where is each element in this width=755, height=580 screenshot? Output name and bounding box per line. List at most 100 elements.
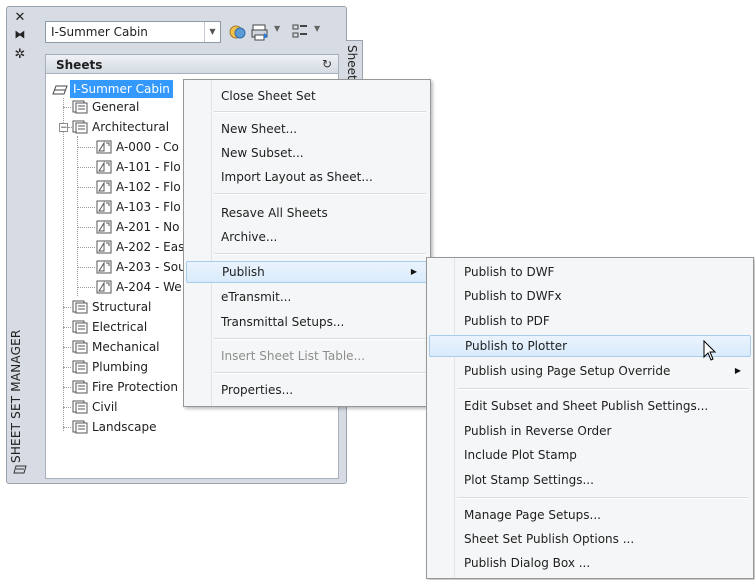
menu-item-label: Publish to DWFx [464,289,562,303]
tree-subset-label: Mechanical [92,340,160,354]
menu-separator [214,111,426,113]
menu-item-label: Archive... [221,230,278,244]
tree-connector [63,407,71,408]
tree-connector [77,287,95,288]
menu-item-publish-to-dwfx[interactable]: Publish to DWFx [429,285,751,307]
properties-icon[interactable]: ✲ [12,47,28,63]
subset-icon [72,340,88,354]
sheet-set-combo[interactable]: I-Summer Cabin ▼ [45,21,221,43]
menu-item-publish-dialog-box[interactable]: Publish Dialog Box ... [429,552,751,574]
menu-item-publish-to-dwf[interactable]: Publish to DWF [429,261,751,283]
chevron-down-icon[interactable]: ▼ [274,24,280,33]
tree-sheet-label: A-103 - Flo [116,200,181,214]
tree-connector [77,207,95,208]
chevron-down-icon[interactable]: ▼ [204,22,220,42]
chevron-down-icon[interactable]: ▼ [314,24,320,33]
menu-item-include-plot-stamp[interactable]: Include Plot Stamp [429,444,751,466]
tree-connector [77,267,95,268]
menu-item-import-layout[interactable]: Import Layout as Sheet... [186,166,428,188]
tree-sheet-label: A-102 - Flo [116,180,181,194]
tree-connector [63,347,71,348]
menu-item-label: Publish to DWF [464,265,555,279]
menu-item-etransmit[interactable]: eTransmit... [186,286,428,308]
sheet-icon [96,160,112,174]
subset-icon [72,420,88,434]
tree-subset-label: Plumbing [92,360,149,374]
sheet-selections-icon[interactable] [290,22,310,42]
menu-item-label: Publish in Reverse Order [464,424,612,438]
menu-item-publish-to-pdf[interactable]: Publish to PDF [429,310,751,332]
tree-connector [63,98,64,431]
menu-item-insert-sheet-list-table: Insert Sheet List Table... [186,345,428,367]
menu-item-label: Publish [222,265,265,279]
menu-item-label: Edit Subset and Sheet Publish Settings..… [464,399,709,413]
tree-connector [63,107,71,108]
menu-separator [214,253,426,255]
menu-item-label: Import Layout as Sheet... [221,170,373,184]
tree-connector [63,387,71,388]
view-icon[interactable] [228,22,248,42]
menu-item-label: Properties... [221,383,294,397]
auto-hide-icon[interactable]: ⧓ [12,27,28,43]
sheet-icon [96,200,112,214]
menu-item-label: Publish to PDF [464,314,550,328]
subset-icon [72,300,88,314]
publish-icon[interactable] [250,22,270,42]
menu-item-manage-page-setups[interactable]: Manage Page Setups... [429,504,751,526]
menu-item-new-sheet[interactable]: New Sheet... [186,118,428,140]
sheet-set-context-menu: Close Sheet Set New Sheet... New Subset.… [183,79,431,407]
sheet-icon [96,280,112,294]
menu-separator [457,388,749,390]
sheet-icon [96,240,112,254]
tree-sheet-label: A-101 - Flo [116,160,181,174]
menu-item-sheet-set-publish-options[interactable]: Sheet Set Publish Options ... [429,528,751,550]
tree-connector [77,167,95,168]
sheets-header-label: Sheets [56,58,103,72]
sheet-set-icon [52,85,68,95]
sheet-icon [96,220,112,234]
menu-item-resave-all-sheets[interactable]: Resave All Sheets [186,202,428,224]
refresh-icon[interactable]: ↻ [322,57,332,71]
menu-item-publish[interactable]: Publish ▶ [186,261,428,283]
menu-separator [457,497,749,499]
menu-item-new-subset[interactable]: New Subset... [186,142,428,164]
submenu-arrow-icon: ▶ [410,267,417,276]
menu-item-publish-page-setup-override[interactable]: Publish using Page Setup Override ▶ [429,360,751,382]
tree-subset-label: Architectural [92,120,170,134]
submenu-arrow-icon: ▶ [734,366,741,375]
menu-item-label: Publish to Plotter [465,339,568,353]
tree-subset-label: Structural [92,300,152,314]
menu-item-close-sheet-set[interactable]: Close Sheet Set [186,85,428,107]
menu-item-label: Publish Dialog Box ... [464,556,591,570]
tree-connector [77,227,95,228]
collapse-icon[interactable]: − [59,123,68,133]
sheet-icon [96,180,112,194]
publish-submenu: Publish to DWF Publish to DWFx Publish t… [426,257,754,579]
tree-sheet-label: A-201 - No [116,220,180,234]
tree-connector [63,327,71,328]
tree-connector [77,136,78,296]
palette-title-strip: ✕ ⧓ ✲ SHEET SET MANAGER [7,7,39,483]
menu-item-plot-stamp-settings[interactable]: Plot Stamp Settings... [429,469,751,491]
menu-item-label: eTransmit... [221,290,292,304]
tree-subset-label: Electrical [92,320,148,334]
menu-item-archive[interactable]: Archive... [186,226,428,248]
menu-item-edit-publish-settings[interactable]: Edit Subset and Sheet Publish Settings..… [429,395,751,417]
tree-subset-label: Fire Protection [92,380,178,394]
menu-separator [214,193,426,195]
subset-icon [72,100,88,114]
mouse-pointer-icon [703,340,717,361]
menu-item-properties[interactable]: Properties... [186,379,428,401]
subset-icon [72,400,88,414]
tree-root-label: I-Summer Cabin [70,80,173,98]
sheet-icon [96,260,112,274]
close-icon[interactable]: ✕ [12,10,28,26]
tree-subset-label: Landscape [92,420,157,434]
menu-item-label: New Subset... [221,146,304,160]
subset-icon [72,320,88,334]
tree-connector [77,147,95,148]
tree-connector [77,187,95,188]
tree-connector [63,307,71,308]
menu-item-publish-reverse-order[interactable]: Publish in Reverse Order [429,420,751,442]
menu-item-transmittal-setups[interactable]: Transmittal Setups... [186,311,428,333]
